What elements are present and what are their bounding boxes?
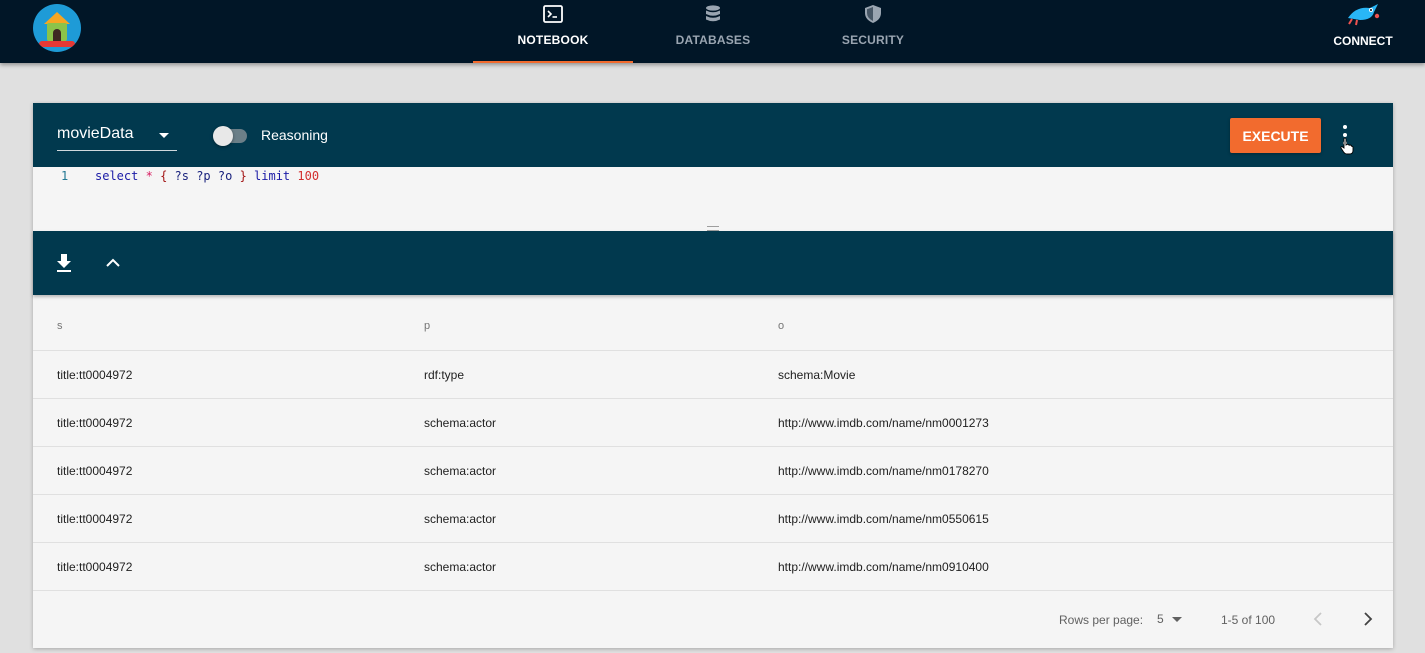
column-header-s[interactable]: s [57, 320, 63, 332]
pagination-range: 1-5 of 100 [1221, 613, 1276, 627]
cell-o: http://www.imdb.com/name/nm0178270 [778, 464, 989, 478]
cell-p: schema:actor [424, 560, 497, 574]
table-row[interactable]: title:tt0004972 schema:actor http://www.… [33, 543, 1393, 591]
database-select[interactable]: movieData [57, 121, 177, 151]
terminal-icon [543, 5, 563, 23]
tab-databases-label: DATABASES [675, 33, 751, 47]
column-header-p[interactable]: p [424, 320, 430, 332]
table-row[interactable]: title:tt0004972 schema:actor http://www.… [33, 447, 1393, 495]
tab-notebook[interactable]: NOTEBOOK [473, 0, 633, 63]
tab-notebook-label: NOTEBOOK [517, 33, 589, 47]
top-nav: NOTEBOOK DATABASES SECURITY CONNECT [0, 0, 1425, 63]
table-row[interactable]: title:tt0004972 schema:actor http://www.… [33, 399, 1393, 447]
rows-per-page-select[interactable]: 5 [1157, 612, 1164, 626]
connect-label: CONNECT [1333, 34, 1393, 48]
cell-o: http://www.imdb.com/name/nm0550615 [778, 512, 989, 526]
reasoning-label: Reasoning [261, 127, 328, 143]
table-row[interactable]: title:tt0004972 schema:actor http://www.… [33, 495, 1393, 543]
cell-p: rdf:type [424, 368, 465, 382]
cell-p: schema:actor [424, 416, 497, 430]
cell-p: schema:actor [424, 512, 497, 526]
connect-button[interactable]: CONNECT [1323, 0, 1403, 63]
query-line: select * { ?s ?p ?o } limit 100 [95, 169, 320, 183]
caret-down-icon [159, 133, 169, 138]
cell-p: schema:actor [424, 464, 497, 478]
database-select-value: movieData [57, 125, 134, 142]
tab-databases[interactable]: DATABASES [633, 0, 793, 63]
query-editor[interactable]: 1 select * { ?s ?p ?o } limit 100 [33, 167, 1393, 223]
caret-down-icon[interactable] [1172, 617, 1182, 622]
table-row[interactable]: title:tt0004972 rdf:type schema:Movie [33, 351, 1393, 399]
cell-s: title:tt0004972 [57, 512, 133, 526]
execute-button[interactable]: EXECUTE [1230, 118, 1321, 153]
pointer-cursor-icon [1340, 137, 1354, 155]
editor-toolbar: movieData Reasoning EXECUTE [33, 103, 1393, 167]
app-logo-icon[interactable] [33, 4, 81, 52]
reasoning-toggle[interactable] [213, 126, 247, 146]
cell-o: http://www.imdb.com/name/nm0910400 [778, 560, 989, 574]
tab-security-label: SECURITY [841, 33, 905, 47]
tab-security[interactable]: SECURITY [793, 0, 953, 63]
chevron-right-icon[interactable] [1359, 611, 1375, 627]
cell-s: title:tt0004972 [57, 464, 133, 478]
results-toolbar [33, 231, 1393, 295]
cell-s: title:tt0004972 [57, 416, 133, 430]
line-number: 1 [61, 169, 69, 183]
column-header-o[interactable]: o [778, 320, 784, 332]
active-tab-indicator [473, 61, 633, 63]
rows-per-page-label: Rows per page: [1059, 613, 1144, 627]
cell-o: schema:Movie [778, 368, 856, 382]
cell-s: title:tt0004972 [57, 368, 133, 382]
table-pagination: Rows per page: 5 1-5 of 100 [33, 591, 1393, 647]
chevron-left-icon[interactable] [1311, 611, 1327, 627]
shield-icon [865, 5, 881, 23]
chevron-up-icon[interactable] [105, 255, 121, 271]
database-icon [706, 5, 720, 22]
toggle-thumb [213, 126, 233, 146]
cell-o: http://www.imdb.com/name/nm0001273 [778, 416, 989, 430]
cell-s: title:tt0004972 [57, 560, 133, 574]
download-icon[interactable] [55, 253, 73, 273]
connect-mascot-icon [1348, 4, 1380, 26]
query-card: movieData Reasoning EXECUTE 1 select * {… [33, 103, 1393, 648]
table-header-row: s p o [33, 295, 1393, 351]
